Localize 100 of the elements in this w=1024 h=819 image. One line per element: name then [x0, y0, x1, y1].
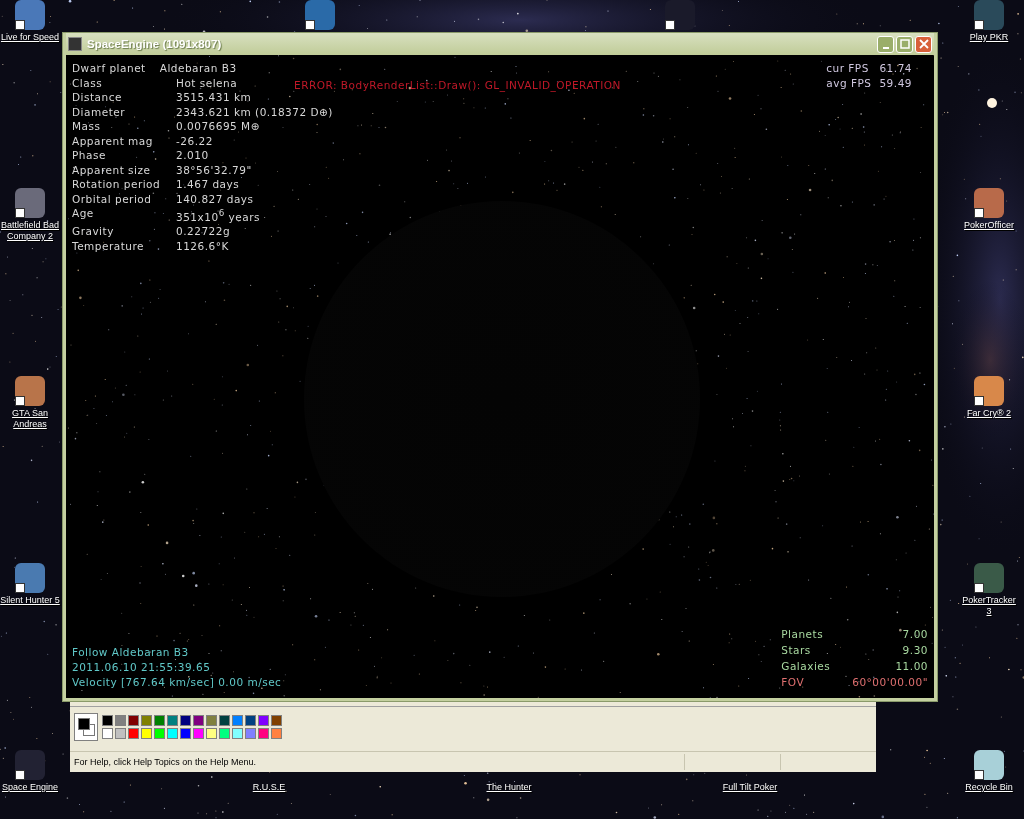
object-type: Dwarf planet — [72, 61, 146, 76]
color-swatch[interactable] — [193, 715, 204, 726]
status-text: For Help, click Help Topics on the Help Menu. — [73, 757, 257, 767]
color-swatch[interactable] — [141, 715, 152, 726]
count-value: 9.30 — [901, 643, 928, 658]
color-swatch[interactable] — [232, 728, 243, 739]
info-value: 0.0076695 M⊕ — [176, 119, 260, 134]
info-label: Diameter — [72, 104, 126, 119]
maximize-button[interactable] — [896, 35, 913, 53]
color-swatch[interactable] — [128, 728, 139, 739]
color-swatch[interactable] — [271, 715, 282, 726]
color-swatch[interactable] — [219, 715, 230, 726]
desktop-icon-label[interactable]: PokerTracker 3 — [959, 595, 1019, 617]
color-swatch[interactable] — [115, 715, 126, 726]
color-swatch[interactable] — [154, 715, 165, 726]
app-icon[interactable] — [15, 563, 45, 593]
info-value: 351x10$^{6}$ years — [176, 207, 260, 224]
app-icon[interactable] — [15, 188, 45, 218]
info-value: 1126.6°K — [176, 238, 229, 253]
info-value: 3515.431 km — [176, 90, 252, 105]
color-swatch[interactable] — [180, 715, 191, 726]
maximize-icon — [899, 39, 910, 49]
app-icon[interactable] — [15, 750, 45, 780]
info-value: 140.827 days — [176, 191, 254, 206]
app-icon[interactable] — [974, 188, 1004, 218]
info-value: Hot selena — [176, 75, 238, 90]
color-swatch[interactable] — [102, 728, 113, 739]
date-time: 2011.06.10 21:55:39.65 — [72, 660, 212, 675]
fps-value: 61.74 — [879, 61, 912, 76]
fps-label: cur FPS — [826, 61, 870, 76]
info-label: Phase — [72, 148, 106, 163]
desktop-icon-label[interactable]: GTA San Andreas — [0, 408, 60, 430]
desktop-icon-label[interactable]: Far Cry® 2 — [966, 408, 1012, 419]
desktop-icon-label[interactable]: Battlefield Bad Company 2 — [0, 220, 60, 242]
info-label: Apparent mag — [72, 133, 153, 148]
desktop-icon-label[interactable]: Live for Speed — [0, 32, 59, 43]
color-swatch[interactable] — [219, 728, 230, 739]
count-label: Planets — [781, 627, 825, 642]
velocity-text: Velocity [767.64 km/sec] 0.00 m/sec — [72, 675, 282, 690]
minimize-button[interactable] — [877, 35, 894, 53]
count-label: Stars — [781, 643, 812, 658]
desktop-icon-label[interactable]: Recycle Bin — [965, 782, 1013, 793]
follow-text: Follow Aldebaran B3 — [72, 645, 190, 660]
desktop-icon-label[interactable]: Silent Hunter 5 — [0, 595, 60, 606]
app-icon[interactable] — [15, 376, 45, 406]
color-swatch[interactable] — [154, 728, 165, 739]
fov-label: FOV — [781, 675, 806, 690]
app-icon[interactable] — [974, 376, 1004, 406]
info-label: Mass — [72, 119, 101, 134]
info-label: Gravity — [72, 224, 114, 239]
color-swatch[interactable] — [115, 728, 126, 739]
desktop-icon-label[interactable]: R.U.S.E — [252, 782, 286, 793]
color-swatch[interactable] — [245, 728, 256, 739]
minimize-icon — [882, 47, 889, 49]
info-label: Orbital period — [72, 191, 152, 206]
app-icon[interactable] — [974, 0, 1004, 30]
count-value: 11.00 — [894, 659, 928, 674]
info-value: 1.467 days — [176, 177, 240, 192]
color-swatch[interactable] — [128, 715, 139, 726]
count-value: 7.00 — [901, 627, 928, 642]
count-label: Galaxies — [781, 659, 831, 674]
color-swatch[interactable] — [193, 728, 204, 739]
desktop-icon-label[interactable]: Play PKR — [969, 32, 1009, 43]
desktop-icon-label[interactable]: Full Tilt Poker — [722, 782, 778, 793]
fps-value: 59.49 — [879, 75, 912, 90]
fov-value: 60°00'00.00" — [852, 675, 928, 690]
info-value: 0.22722g — [176, 224, 231, 239]
color-swatch[interactable] — [271, 728, 282, 739]
color-swatch[interactable] — [180, 728, 191, 739]
info-value: 38°56'32.79" — [176, 162, 252, 177]
app-icon[interactable] — [305, 0, 335, 30]
error-message: ERROR: BodyRenderList::Draw(): GL_INVALID_OPERATION — [294, 79, 621, 91]
app-icon[interactable] — [665, 0, 695, 30]
color-swatch[interactable] — [206, 728, 217, 739]
current-colors[interactable] — [74, 713, 98, 741]
info-label: Temperature — [72, 238, 144, 253]
desktop-icon-label[interactable]: Space Engine — [1, 782, 58, 793]
color-swatch[interactable] — [258, 728, 269, 739]
app-icon[interactable] — [974, 750, 1004, 780]
info-label: Class — [72, 75, 103, 90]
color-swatch[interactable] — [206, 715, 217, 726]
color-swatch[interactable] — [258, 715, 269, 726]
color-swatch[interactable] — [141, 728, 152, 739]
desktop-icon-label[interactable]: The Hunter — [486, 782, 532, 793]
close-icon — [918, 39, 929, 49]
color-swatch[interactable] — [232, 715, 243, 726]
app-icon[interactable] — [974, 563, 1004, 593]
info-label: Rotation period — [72, 177, 161, 192]
color-swatch[interactable] — [245, 715, 256, 726]
info-label: Age — [72, 206, 94, 221]
info-value: -26.22 — [176, 133, 213, 148]
color-swatch[interactable] — [167, 715, 178, 726]
app-icon[interactable] — [15, 0, 45, 30]
close-button[interactable] — [915, 35, 932, 53]
info-label: Distance — [72, 90, 122, 105]
desktop-icon-label[interactable]: PokerOfficer — [964, 220, 1014, 231]
color-swatch[interactable] — [102, 715, 113, 726]
window-title: SpaceEngine (1091x807) — [87, 38, 223, 50]
color-swatch[interactable] — [167, 728, 178, 739]
fps-label: avg FPS — [826, 75, 872, 90]
